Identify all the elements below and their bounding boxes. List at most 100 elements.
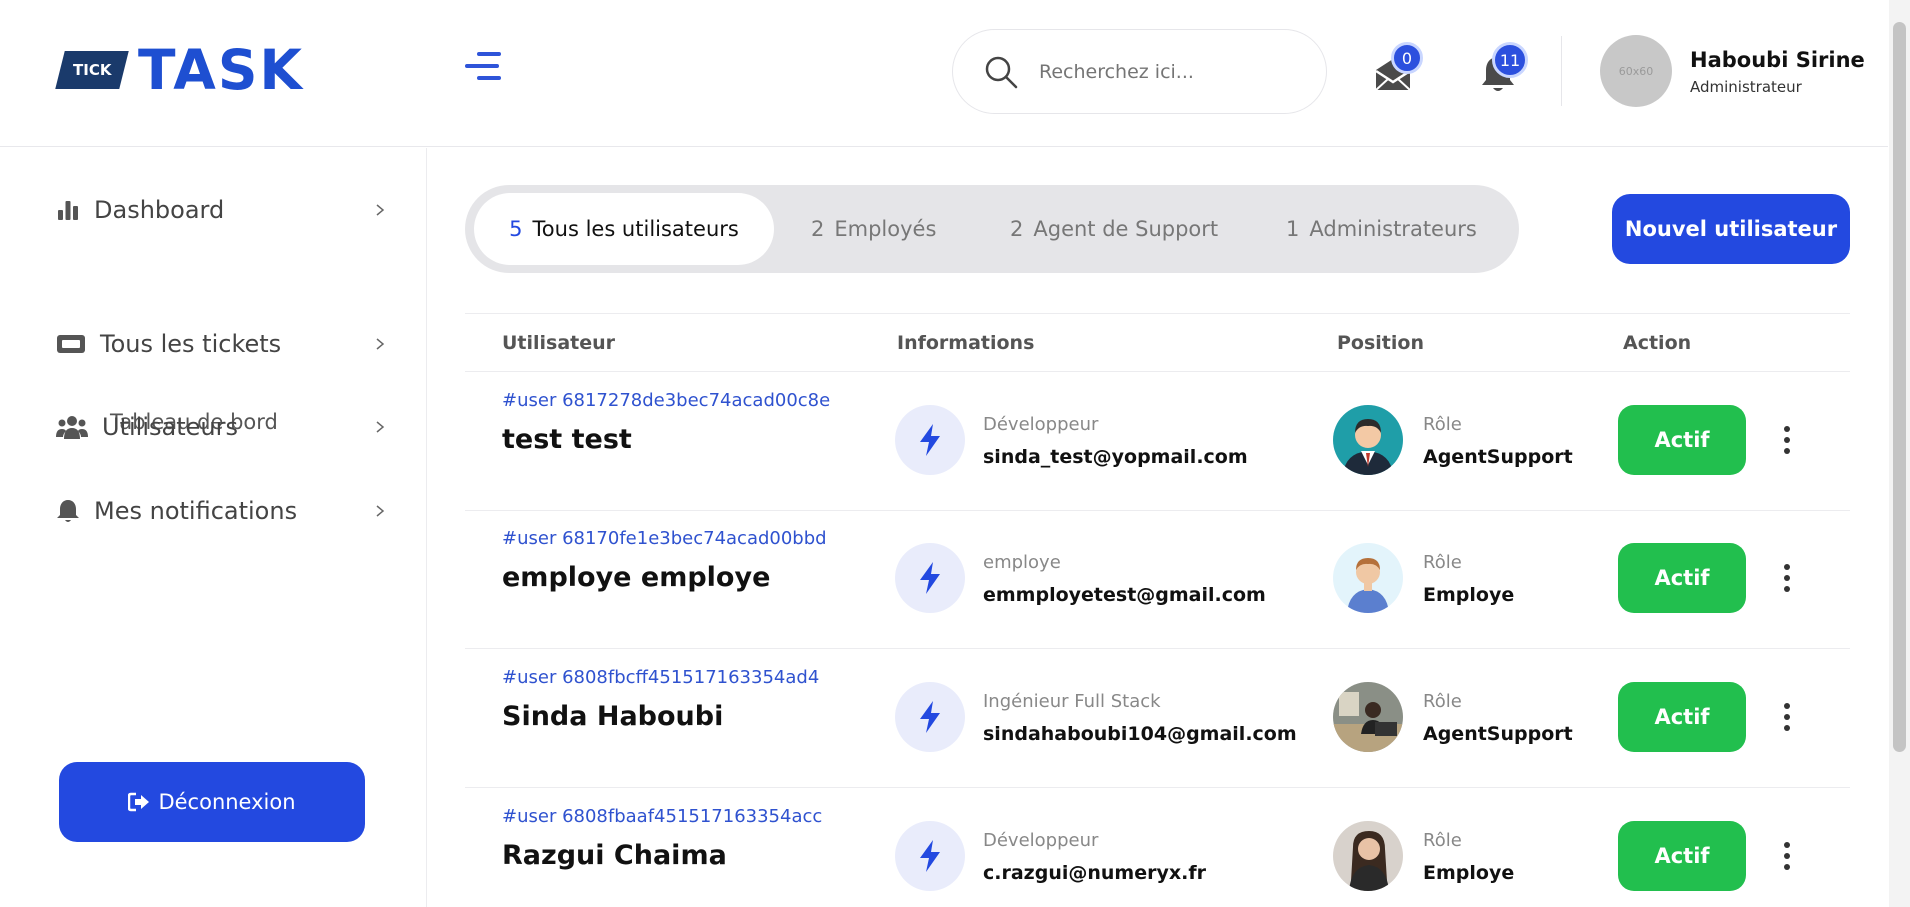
user-name: test test bbox=[502, 424, 632, 455]
chevron-right-icon bbox=[376, 421, 385, 433]
logout-button[interactable]: Déconnexion bbox=[59, 762, 365, 842]
user-avatar bbox=[1333, 682, 1403, 752]
search-input[interactable] bbox=[1039, 60, 1299, 83]
user-email: sinda_test@yopmail.com bbox=[983, 446, 1248, 468]
search-bar bbox=[952, 29, 1327, 114]
user-id[interactable]: #user 68170fe1e3bec74acad00bbd bbox=[502, 528, 827, 549]
top-header: TICK TASK 0 11 60x60 Haboubi Sirine Admi… bbox=[0, 0, 1888, 147]
menu-toggle-icon[interactable] bbox=[465, 52, 501, 88]
tab-administrators[interactable]: 1 Administrateurs bbox=[1286, 193, 1477, 265]
app-logo[interactable]: TICK TASK bbox=[55, 37, 305, 102]
user-avatar bbox=[1333, 405, 1403, 475]
sidebar: Dashboard Tableau de bord Tous les ticke… bbox=[0, 148, 427, 907]
sidebar-item-users[interactable]: Utilisateurs bbox=[56, 405, 386, 449]
user-role: Employe bbox=[1423, 584, 1515, 606]
more-options-icon[interactable] bbox=[1777, 699, 1797, 735]
ticket-icon bbox=[57, 335, 85, 353]
column-header-position: Position bbox=[1337, 332, 1424, 354]
tab-employees[interactable]: 2 Employés bbox=[811, 193, 936, 265]
tab-count: 2 bbox=[811, 217, 825, 241]
tab-label: Agent de Support bbox=[1033, 217, 1219, 241]
avatar[interactable]: 60x60 bbox=[1600, 35, 1672, 107]
user-id[interactable]: #user 6808fbaaf451517163354acc bbox=[502, 806, 822, 827]
user-name: employe employe bbox=[502, 562, 771, 593]
current-user-name[interactable]: Haboubi Sirine bbox=[1690, 48, 1865, 72]
scrollbar-thumb[interactable] bbox=[1893, 22, 1906, 752]
user-email: sindahaboubi104@gmail.com bbox=[983, 723, 1297, 745]
chevron-right-icon bbox=[376, 204, 385, 216]
bolt-icon bbox=[895, 543, 965, 613]
tab-count: 2 bbox=[1010, 217, 1024, 241]
logo-badge-text: TICK bbox=[72, 61, 112, 79]
user-email: c.razgui@numeryx.fr bbox=[983, 862, 1206, 884]
logo-text: TASK bbox=[138, 37, 305, 102]
sidebar-item-label: Utilisateurs bbox=[102, 413, 238, 441]
status-button[interactable]: Actif bbox=[1618, 405, 1746, 475]
role-label: Rôle bbox=[1423, 691, 1462, 712]
user-id[interactable]: #user 6808fbcff451517163354ad4 bbox=[502, 667, 819, 688]
sidebar-item-label: Mes notifications bbox=[94, 497, 298, 525]
user-email: emmployetest@gmail.com bbox=[983, 584, 1266, 606]
sidebar-item-notifications[interactable]: Mes notifications bbox=[56, 489, 386, 533]
bolt-icon bbox=[895, 821, 965, 891]
header-divider bbox=[1561, 36, 1562, 106]
user-job-title: Ingénieur Full Stack bbox=[983, 691, 1161, 712]
sidebar-item-tickets[interactable]: Tous les tickets bbox=[56, 322, 386, 366]
bolt-icon bbox=[895, 405, 965, 475]
users-icon bbox=[56, 416, 88, 439]
status-button[interactable]: Actif bbox=[1618, 682, 1746, 752]
tab-all-users[interactable]: 5 Tous les utilisateurs bbox=[474, 193, 774, 265]
search-icon bbox=[985, 56, 1018, 88]
user-id[interactable]: #user 6817278de3bec74acad00c8e bbox=[502, 390, 830, 411]
column-header-info: Informations bbox=[897, 332, 1035, 354]
new-user-button[interactable]: Nouvel utilisateur bbox=[1612, 194, 1850, 264]
table-row: #user 6817278de3bec74acad00c8e test test… bbox=[465, 372, 1850, 511]
tab-label: Administrateurs bbox=[1309, 217, 1477, 241]
sidebar-item-label: Dashboard bbox=[94, 196, 225, 224]
table-row: #user 68170fe1e3bec74acad00bbd employe e… bbox=[465, 510, 1850, 649]
tab-label: Tous les utilisateurs bbox=[532, 217, 739, 241]
role-label: Rôle bbox=[1423, 830, 1462, 851]
user-filter-tabs: 5 Tous les utilisateurs 2 Employés 2 Age… bbox=[465, 185, 1519, 273]
table-row: #user 6808fbcff451517163354ad4 Sinda Hab… bbox=[465, 649, 1850, 788]
current-user-role: Administrateur bbox=[1690, 78, 1802, 96]
bell-icon bbox=[57, 500, 79, 522]
more-options-icon[interactable] bbox=[1777, 422, 1797, 458]
chevron-right-icon bbox=[376, 338, 385, 350]
notifications-button[interactable]: 11 bbox=[1478, 42, 1528, 94]
messages-count-badge: 0 bbox=[1391, 42, 1423, 74]
user-job-title: Développeur bbox=[983, 830, 1099, 851]
users-table-header: Utilisateur Informations Position Action bbox=[465, 313, 1850, 372]
vertical-scrollbar[interactable] bbox=[1889, 0, 1910, 907]
role-label: Rôle bbox=[1423, 414, 1462, 435]
user-role: Employe bbox=[1423, 862, 1515, 884]
tab-support-agents[interactable]: 2 Agent de Support bbox=[1010, 193, 1218, 265]
tab-count: 5 bbox=[509, 217, 523, 241]
table-row: #user 6808fbaaf451517163354acc Razgui Ch… bbox=[465, 788, 1850, 907]
messages-button[interactable]: 0 bbox=[1373, 42, 1423, 94]
user-role: AgentSupport bbox=[1423, 446, 1573, 468]
user-role: AgentSupport bbox=[1423, 723, 1573, 745]
user-name: Sinda Haboubi bbox=[502, 701, 724, 732]
tab-label: Employés bbox=[834, 217, 937, 241]
sign-out-icon bbox=[128, 792, 150, 812]
chevron-right-icon bbox=[376, 505, 385, 517]
logo-badge: TICK bbox=[55, 51, 129, 89]
more-options-icon[interactable] bbox=[1777, 838, 1797, 874]
bolt-icon bbox=[895, 682, 965, 752]
user-avatar bbox=[1333, 821, 1403, 891]
user-job-title: Développeur bbox=[983, 414, 1099, 435]
sidebar-item-dashboard[interactable]: Dashboard bbox=[56, 188, 386, 232]
sidebar-item-label: Tous les tickets bbox=[100, 330, 282, 358]
status-button[interactable]: Actif bbox=[1618, 543, 1746, 613]
user-name: Razgui Chaima bbox=[502, 840, 727, 871]
user-avatar bbox=[1333, 543, 1403, 613]
logout-label: Déconnexion bbox=[158, 790, 296, 814]
status-button[interactable]: Actif bbox=[1618, 821, 1746, 891]
tab-count: 1 bbox=[1286, 217, 1300, 241]
column-header-user: Utilisateur bbox=[502, 332, 616, 354]
notifications-count-badge: 11 bbox=[1492, 42, 1528, 78]
more-options-icon[interactable] bbox=[1777, 560, 1797, 596]
column-header-action: Action bbox=[1623, 332, 1692, 354]
bar-chart-icon bbox=[58, 201, 78, 220]
